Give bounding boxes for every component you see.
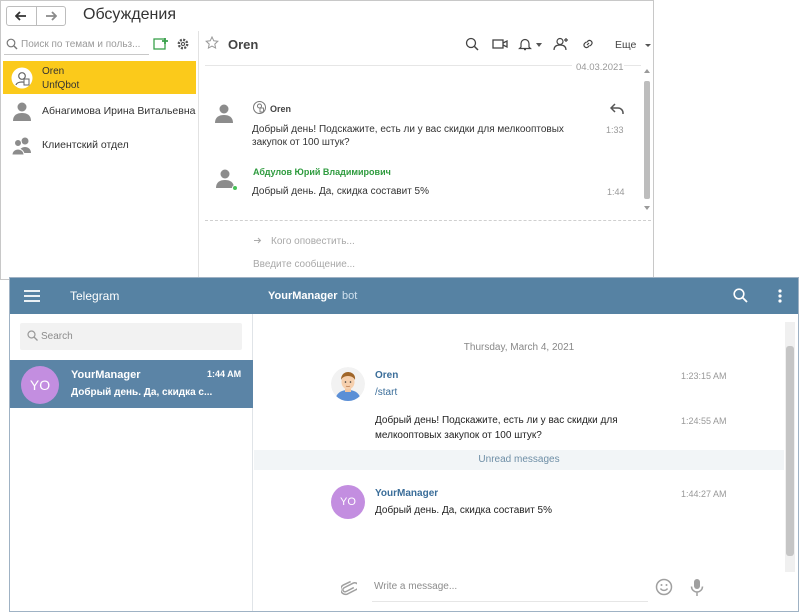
more-menu-button[interactable]: Еще bbox=[615, 39, 636, 51]
message-time: 1:44:27 AM bbox=[681, 489, 727, 499]
screenshot-stage: Обсуждения Поиск по темам и польз... Ore… bbox=[0, 0, 799, 613]
message-input[interactable]: Write a message... bbox=[374, 581, 457, 592]
emoji-icon[interactable] bbox=[655, 578, 673, 596]
scroll-down-icon[interactable] bbox=[644, 206, 650, 210]
message-time: 1:23:15 AM bbox=[681, 371, 727, 381]
back-button[interactable] bbox=[7, 7, 37, 25]
bot-command-link[interactable]: /start bbox=[375, 387, 397, 398]
scroll-up-icon[interactable] bbox=[644, 69, 650, 73]
chevron-down-icon[interactable] bbox=[645, 44, 651, 47]
star-icon bbox=[205, 35, 219, 50]
search-placeholder: Search bbox=[41, 331, 73, 342]
message-time: 1:44 bbox=[607, 187, 625, 197]
message-sender[interactable]: YourManager bbox=[375, 488, 438, 499]
discussions-window: Обсуждения Поиск по темам и польз... Ore… bbox=[0, 0, 654, 280]
chat-panel: Thursday, March 4, 2021 Oren 1:23:15 AM … bbox=[254, 314, 798, 611]
telegram-window: Telegram YourManager bot Search YO YourM… bbox=[9, 277, 799, 612]
scrollbar-thumb[interactable] bbox=[786, 346, 794, 556]
chat-title: Oren bbox=[228, 37, 259, 52]
search-icon bbox=[27, 330, 38, 341]
dialog-preview: Добрый день. Да, скидка с... bbox=[71, 387, 213, 398]
sender-avatar bbox=[213, 102, 235, 124]
dialogs-panel: Search YO YourManager 1:44 AM Добрый ден… bbox=[10, 314, 253, 611]
link-icon[interactable] bbox=[581, 37, 595, 51]
favorite-button[interactable] bbox=[205, 35, 219, 55]
gear-icon bbox=[177, 38, 189, 50]
app-title: Telegram bbox=[70, 289, 120, 303]
notify-recipients-input[interactable]: Кого оповестить... bbox=[271, 236, 355, 247]
dialog-item-yourmanager[interactable]: YO YourManager 1:44 AM Добрый день. Да, … bbox=[10, 360, 253, 408]
add-chat-icon bbox=[153, 38, 168, 50]
message-sender: Абдулов Юрий Владимирович bbox=[253, 167, 391, 177]
chat-title[interactable]: YourManager bbox=[268, 290, 337, 302]
hamburger-menu-icon[interactable] bbox=[24, 290, 40, 302]
compose-area: Write a message... bbox=[254, 569, 784, 611]
input-underline bbox=[372, 601, 648, 602]
chevron-down-icon[interactable] bbox=[536, 43, 542, 47]
panel-divider bbox=[198, 31, 199, 279]
dialog-name: YourManager bbox=[71, 369, 141, 381]
bot-icon bbox=[253, 101, 266, 114]
chat-subtitle: bot bbox=[342, 290, 358, 302]
bot-avatar bbox=[11, 67, 33, 89]
settings-button[interactable] bbox=[176, 37, 190, 56]
telegram-header: Telegram YourManager bot bbox=[10, 278, 798, 314]
arrow-right-icon bbox=[45, 11, 57, 21]
search-icon bbox=[6, 38, 18, 50]
more-vertical-icon[interactable] bbox=[778, 289, 782, 303]
arrow-right-icon bbox=[254, 237, 262, 244]
bell-icon[interactable] bbox=[518, 37, 532, 51]
forward-button[interactable] bbox=[37, 7, 66, 25]
window-title: Обсуждения bbox=[83, 6, 176, 23]
microphone-icon[interactable] bbox=[690, 578, 704, 597]
video-call-icon[interactable] bbox=[492, 37, 508, 51]
search-icon[interactable] bbox=[465, 37, 479, 51]
reply-icon bbox=[609, 103, 624, 114]
message-text: Добрый день! Подскажите, есть ли у вас с… bbox=[252, 124, 564, 148]
day-divider: Thursday, March 4, 2021 bbox=[463, 342, 575, 353]
message-text: Добрый день. Да, скидка составит 5% bbox=[252, 186, 430, 197]
conversation-name: Абнагимова Ирина Витальевна bbox=[42, 105, 196, 117]
message-sender: Oren bbox=[270, 104, 292, 114]
arrow-left-icon bbox=[15, 11, 27, 21]
participants-icon[interactable] bbox=[553, 37, 569, 51]
search-icon[interactable] bbox=[733, 288, 748, 303]
user-avatar bbox=[11, 100, 33, 122]
online-status-dot bbox=[232, 185, 238, 191]
conversation-name: Oren bbox=[42, 66, 65, 77]
conversation-name: Клиентский отдел bbox=[42, 139, 129, 151]
unread-messages-divider: Unread messages bbox=[254, 450, 784, 470]
avatar: YO bbox=[21, 366, 59, 404]
conversation-search-input[interactable]: Поиск по темам и польз... bbox=[4, 35, 149, 55]
chat-scrollbar[interactable] bbox=[785, 322, 795, 572]
dialog-search-input[interactable]: Search bbox=[20, 323, 242, 350]
reply-button[interactable] bbox=[609, 102, 624, 120]
scrollbar-thumb[interactable] bbox=[644, 81, 650, 199]
message-sender[interactable]: Oren bbox=[375, 370, 398, 381]
new-discussion-button[interactable] bbox=[153, 37, 169, 56]
user-avatar bbox=[331, 367, 365, 401]
conversation-item-oren[interactable]: Oren UnfQbot bbox=[3, 61, 196, 94]
conversation-item-abnagimova[interactable]: Абнагимова Ирина Витальевна bbox=[3, 94, 196, 128]
message-input[interactable]: Введите сообщение... bbox=[253, 259, 355, 270]
message-text: Добрый день. Да, скидка составит 5% bbox=[375, 505, 553, 516]
group-avatar bbox=[11, 134, 33, 156]
conversation-item-client-dept[interactable]: Клиентский отдел bbox=[3, 128, 196, 162]
paperclip-icon[interactable] bbox=[341, 579, 357, 599]
message-scrollbar[interactable] bbox=[643, 67, 651, 215]
message-time: 1:33 bbox=[606, 125, 624, 135]
conversation-subtitle: UnfQbot bbox=[42, 80, 80, 91]
message-date: 04.03.2021 bbox=[572, 62, 624, 73]
message-time: 1:24:55 AM bbox=[681, 416, 727, 426]
nav-buttons bbox=[6, 6, 66, 26]
message-text: Добрый день! Подскажите, есть ли у вас с… bbox=[375, 415, 618, 441]
dialog-time: 1:44 AM bbox=[207, 369, 242, 379]
composer-separator bbox=[205, 220, 651, 221]
conversation-list: Oren UnfQbot Абнагимова Ирина Витальевна… bbox=[1, 61, 198, 162]
avatar: YO bbox=[331, 485, 365, 519]
search-placeholder: Поиск по темам и польз... bbox=[21, 39, 141, 50]
